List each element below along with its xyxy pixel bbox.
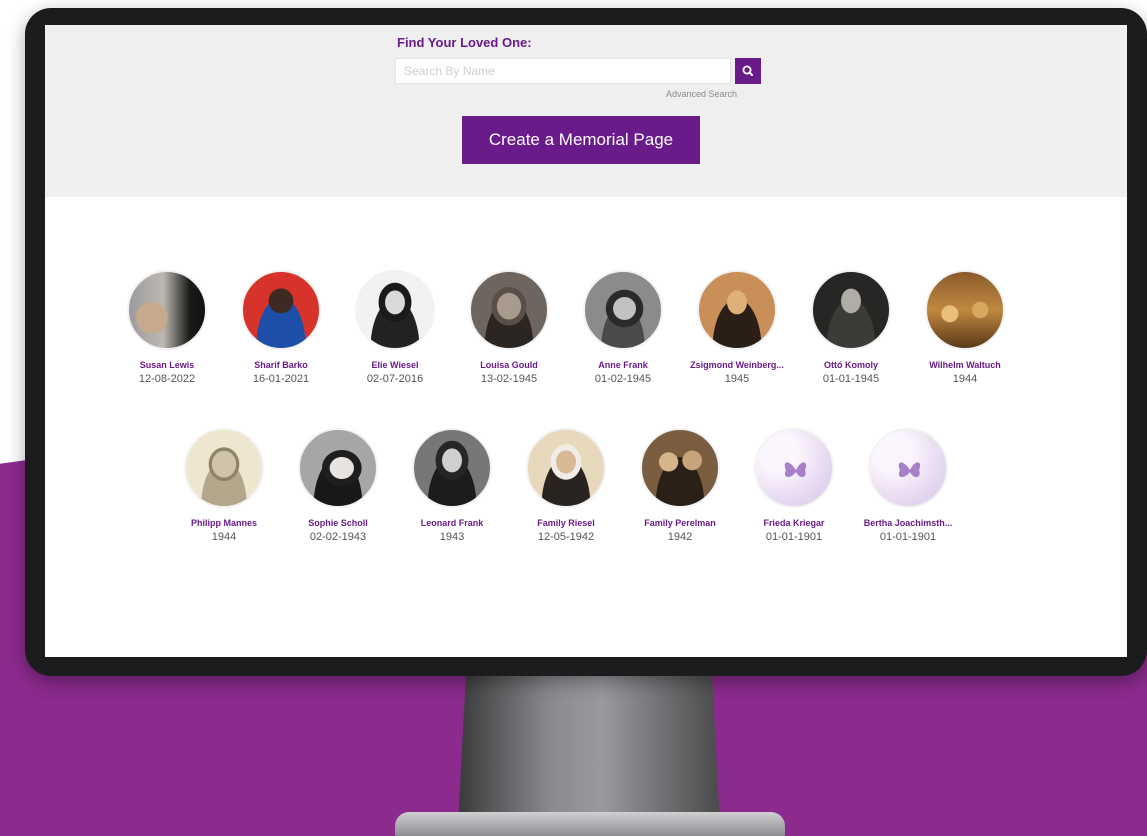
memorial-name[interactable]: Elie Wiesel: [345, 360, 445, 370]
memorial-name[interactable]: Family Riesel: [516, 518, 616, 528]
memorial-date: 01-01-1945: [822, 373, 880, 385]
advanced-search-link[interactable]: Advanced Search: [635, 89, 737, 99]
create-memorial-button[interactable]: Create a Memorial Page: [462, 116, 700, 164]
memorial-date: 02-07-2016: [366, 373, 424, 385]
search-button[interactable]: [735, 58, 761, 84]
memorial-photo[interactable]: [868, 428, 948, 508]
memorial-date: 12-05-1942: [537, 531, 595, 543]
memorial-name[interactable]: Louisa Gould: [459, 360, 559, 370]
search-section: Find Your Loved One: Advanced Search Cre…: [45, 25, 1127, 197]
butterfly-icon: [784, 462, 807, 478]
memorial-card[interactable]: Family Perelman 1942: [630, 428, 730, 543]
memorial-photo[interactable]: [640, 428, 720, 508]
memorial-card[interactable]: Elie Wiesel 02-07-2016: [345, 270, 445, 385]
memorial-photo[interactable]: [355, 270, 435, 350]
memorial-date: 1945: [724, 373, 750, 385]
memorial-date: 12-08-2022: [138, 373, 196, 385]
memorial-photo[interactable]: [469, 270, 549, 350]
memorial-photo[interactable]: [184, 428, 264, 508]
memorial-card[interactable]: Leonard Frank 1943: [402, 428, 502, 543]
memorial-name[interactable]: Ottó Komoly: [801, 360, 901, 370]
memorial-date: 01-02-1945: [594, 373, 652, 385]
memorial-name[interactable]: Anne Frank: [573, 360, 673, 370]
memorial-photo[interactable]: [754, 428, 834, 508]
memorial-card[interactable]: Louisa Gould 13-02-1945: [459, 270, 559, 385]
memorial-name[interactable]: Zsigmond Weinberg...: [687, 360, 787, 370]
memorial-date: 01-01-1901: [765, 531, 823, 543]
memorial-date: 02-02-1943: [309, 531, 367, 543]
memorial-card[interactable]: Bertha Joachimsth... 01-01-1901: [858, 428, 958, 543]
memorial-card[interactable]: Susan Lewis 12-08-2022: [117, 270, 217, 385]
memorial-date: 13-02-1945: [480, 373, 538, 385]
search-input[interactable]: [395, 58, 731, 84]
memorial-name[interactable]: Sharif Barko: [231, 360, 331, 370]
memorial-card[interactable]: Family Riesel 12-05-1942: [516, 428, 616, 543]
memorial-photo[interactable]: [583, 270, 663, 350]
search-icon: [742, 65, 753, 76]
butterfly-icon: [898, 462, 921, 478]
memorial-photo[interactable]: [811, 270, 891, 350]
monitor-screen: Find Your Loved One: Advanced Search Cre…: [45, 25, 1127, 657]
memorial-name[interactable]: Leonard Frank: [402, 518, 502, 528]
memorial-photo[interactable]: [925, 270, 1005, 350]
memorial-photo[interactable]: [412, 428, 492, 508]
memorial-card[interactable]: Zsigmond Weinberg... 1945: [687, 270, 787, 385]
memorial-photo[interactable]: [298, 428, 378, 508]
memorial-name[interactable]: Family Perelman: [630, 518, 730, 528]
memorial-name[interactable]: Frieda Kriegar: [744, 518, 844, 528]
memorial-card[interactable]: Wilhelm Waltuch 1944: [915, 270, 1015, 385]
memorial-card[interactable]: Frieda Kriegar 01-01-1901: [744, 428, 844, 543]
memorial-card[interactable]: Philipp Mannes 1944: [174, 428, 274, 543]
memorial-photo[interactable]: [526, 428, 606, 508]
memorial-name[interactable]: Bertha Joachimsth...: [858, 518, 958, 528]
memorial-card[interactable]: Sophie Scholl 02-02-1943: [288, 428, 388, 543]
memorial-photo[interactable]: [241, 270, 321, 350]
monitor-stand: [458, 676, 720, 826]
memorial-photo[interactable]: [127, 270, 207, 350]
memorial-name[interactable]: Susan Lewis: [117, 360, 217, 370]
memorial-card[interactable]: Sharif Barko 16-01-2021: [231, 270, 331, 385]
memorial-card[interactable]: Anne Frank 01-02-1945: [573, 270, 673, 385]
memorial-card[interactable]: Ottó Komoly 01-01-1945: [801, 270, 901, 385]
memorial-name[interactable]: Philipp Mannes: [174, 518, 274, 528]
memorial-date: 1944: [952, 373, 978, 385]
memorial-name[interactable]: Sophie Scholl: [288, 518, 388, 528]
memorial-date: 01-01-1901: [879, 531, 937, 543]
memorial-name[interactable]: Wilhelm Waltuch: [915, 360, 1015, 370]
memorial-date: 1944: [211, 531, 237, 543]
monitor-stand-base: [395, 812, 785, 836]
memorial-date: 16-01-2021: [252, 373, 310, 385]
memorial-date: 1943: [439, 531, 465, 543]
search-label: Find Your Loved One:: [397, 35, 532, 50]
memorial-date: 1942: [667, 531, 693, 543]
memorial-photo[interactable]: [697, 270, 777, 350]
